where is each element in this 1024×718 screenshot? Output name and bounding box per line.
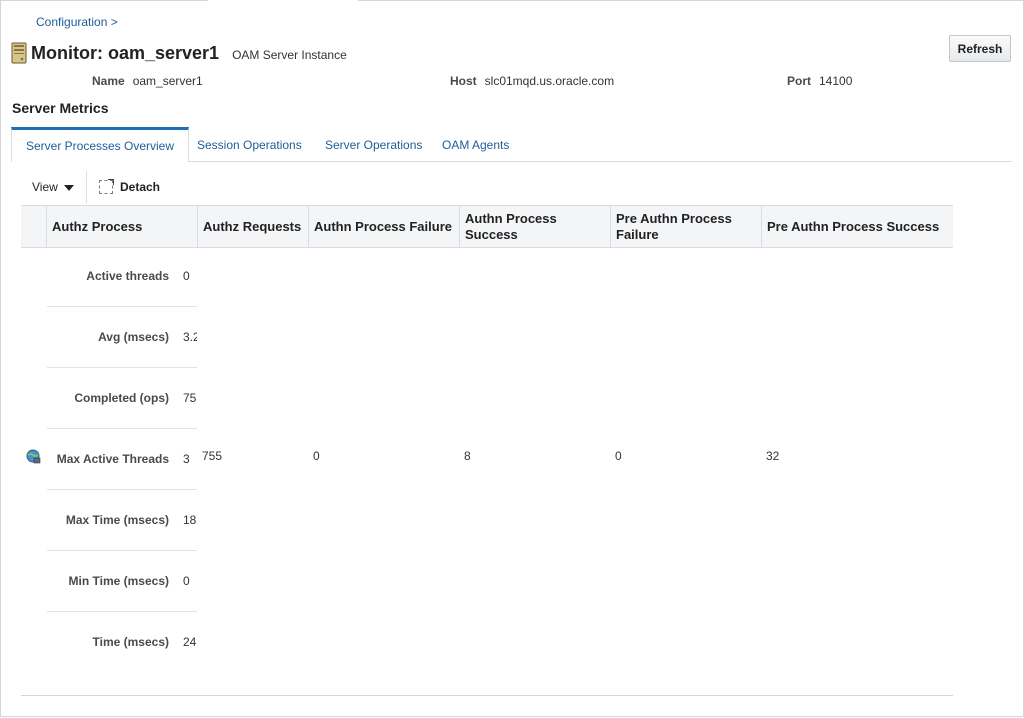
metric-value-active-threads: 0 [183, 269, 190, 283]
metric-value-max-active-threads: 3 [183, 452, 190, 466]
refresh-button[interactable]: Refresh [949, 35, 1011, 62]
metrics-table: Authz Process Authz Requests Authn Proce… [21, 205, 953, 696]
detach-icon [99, 179, 114, 194]
section-title: Server Metrics [12, 100, 109, 116]
cell-authn-process-failure: 0 [313, 449, 320, 463]
globe-status-icon [26, 449, 41, 464]
metric-label-time: Time (msecs) [92, 635, 169, 649]
info-name-label: Name [92, 74, 125, 88]
col-header-authn-process-success[interactable]: Authn Process Success [460, 206, 611, 247]
detach-button[interactable]: Detach [99, 179, 161, 194]
info-port-label: Port [787, 74, 811, 88]
metric-label-avg: Avg (msecs) [98, 330, 169, 344]
metric-value-completed: 75 [183, 391, 197, 405]
metric-label-max-active-threads: Max Active Threads [56, 452, 169, 466]
info-port-value: 14100 [819, 74, 853, 88]
metric-label-max-time: Max Time (msecs) [65, 513, 169, 527]
col-header-authz-process[interactable]: Authz Process [47, 206, 198, 247]
metric-divider [47, 550, 197, 551]
metric-divider [47, 306, 197, 307]
cell-authn-process-success: 8 [464, 449, 471, 463]
view-menu-label: View [32, 180, 58, 194]
table-toolbar: View Detach [21, 170, 953, 204]
col-header-pre-authn-process-failure[interactable]: Pre Authn Process Failure [611, 206, 762, 247]
frame-top-border-right [358, 0, 1024, 1]
metric-value-min-time: 0 [183, 574, 190, 588]
info-port: Port 14100 [787, 74, 852, 88]
info-host-value: slc01mqd.us.oracle.com [484, 74, 615, 88]
metric-value-max-time: 18 [183, 513, 197, 527]
info-name: Name oam_server1 [92, 74, 203, 88]
breadcrumb-configuration[interactable]: Configuration > [36, 15, 118, 29]
cell-authz-requests: 755 [202, 449, 223, 463]
tab-bar: Server Processes Overview Session Operat… [11, 127, 1012, 162]
metric-label-min-time: Min Time (msecs) [68, 574, 169, 588]
cell-pre-authn-process-success: 32 [766, 449, 780, 463]
caret-down-icon [63, 184, 74, 191]
info-name-value: oam_server1 [132, 74, 203, 88]
metric-divider [47, 428, 197, 429]
metric-label-active-threads: Active threads [86, 269, 169, 283]
metric-value-avg: 3.2 [183, 330, 197, 344]
toolbar-separator [86, 171, 87, 203]
cell-pre-authn-process-failure: 0 [615, 449, 622, 463]
metric-divider [47, 489, 197, 490]
tab-oam-agents[interactable]: OAM Agents [442, 127, 509, 160]
row-icon-header [21, 206, 47, 247]
col-header-authn-process-failure[interactable]: Authn Process Failure [309, 206, 460, 247]
metric-value-time: 24 [183, 635, 197, 649]
page-header: Monitor: oam_server1 OAM Server Instance [11, 40, 347, 66]
metric-label-completed: Completed (ops) [74, 391, 169, 405]
server-icon [11, 42, 27, 64]
view-menu[interactable]: View [32, 180, 74, 194]
page-title: Monitor: oam_server1 [31, 42, 220, 63]
frame-top-border-left [0, 0, 208, 1]
metric-divider [47, 611, 197, 612]
detach-label: Detach [120, 180, 161, 194]
tab-session-operations[interactable]: Session Operations [197, 127, 302, 160]
metric-divider [47, 367, 197, 368]
page-subtitle: OAM Server Instance [232, 47, 347, 62]
tab-server-operations[interactable]: Server Operations [325, 127, 422, 160]
col-header-authz-requests[interactable]: Authz Requests [198, 206, 309, 247]
col-header-pre-authn-process-success[interactable]: Pre Authn Process Success [762, 206, 953, 247]
info-host: Host slc01mqd.us.oracle.com [450, 74, 614, 88]
info-host-label: Host [450, 74, 477, 88]
tab-server-processes-overview[interactable]: Server Processes Overview [11, 127, 189, 162]
table-header-row: Authz Process Authz Requests Authn Proce… [21, 205, 953, 248]
